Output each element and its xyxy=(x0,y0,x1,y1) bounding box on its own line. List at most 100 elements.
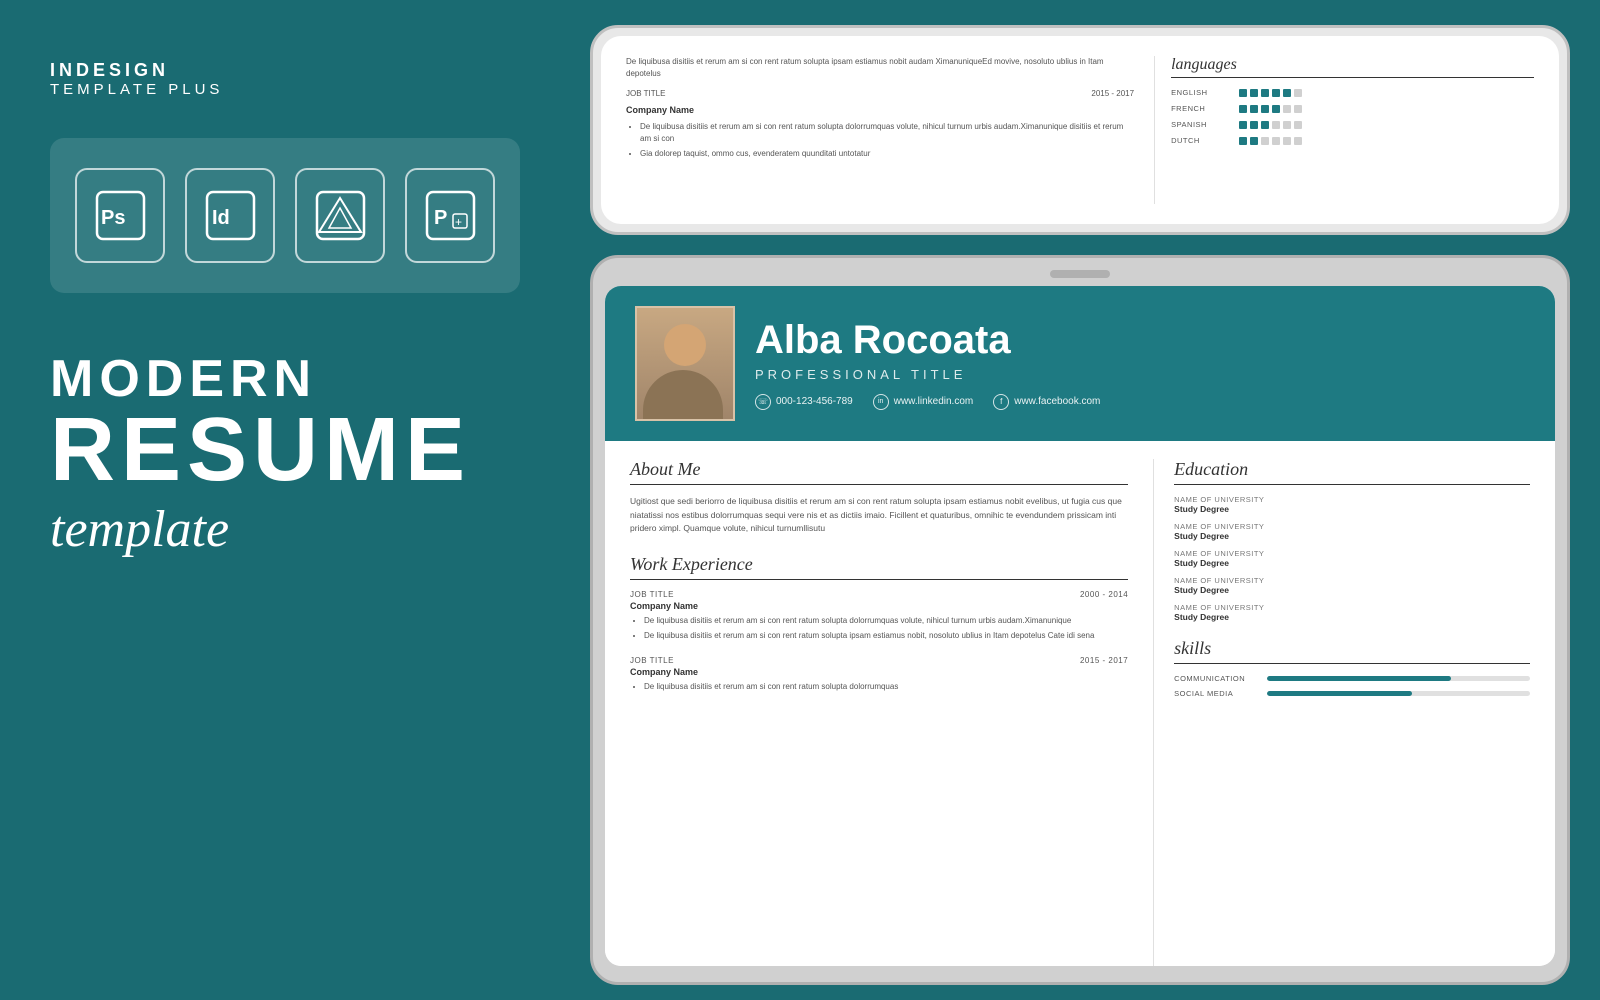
lang-french: FRENCH xyxy=(1171,104,1534,113)
edu-5-degree: Study Degree xyxy=(1174,612,1530,622)
languages-heading: languages xyxy=(1171,56,1534,78)
tablet-outer: Alba Rocoata PROFESSIONAL TITLE ☏ 000-12… xyxy=(590,255,1570,985)
edu-4-uni: NAME OF UNIVERSITY xyxy=(1174,576,1530,585)
lang-dutch-dots xyxy=(1239,137,1302,145)
lang-french-label: FRENCH xyxy=(1171,104,1231,113)
about-me-text: Ugitiost que sedi beriorro de liquibusa … xyxy=(630,495,1128,536)
edu-2-degree: Study Degree xyxy=(1174,531,1530,541)
job-2-bullet-1: De liquibusa disitiis et rerum am si con… xyxy=(644,681,1128,693)
skill-communication-label: COMMUNICATION xyxy=(1174,674,1259,683)
contact-phone: ☏ 000-123-456-789 xyxy=(755,394,853,410)
skill-social-media-label: SOCIAL MEDIA xyxy=(1174,689,1259,698)
edu-5-uni: NAME OF UNIVERSITY xyxy=(1174,603,1530,612)
top-job-section: De liquibusa disitiis et rerum am si con… xyxy=(626,56,1134,204)
lang-french-dots xyxy=(1239,105,1302,113)
edu-4-degree: Study Degree xyxy=(1174,585,1530,595)
job-2-company: Company Name xyxy=(630,667,1128,677)
skills-section: skills COMMUNICATION SOCIAL MEDIA xyxy=(1174,638,1530,698)
edu-entry-2: NAME OF UNIVERSITY Study Degree xyxy=(1174,522,1530,541)
job-entry-2: JOB TITLE 2015 - 2017 Company Name De li… xyxy=(630,656,1128,693)
brand-indesign: INDESIGN xyxy=(50,60,520,81)
edu-1-uni: NAME OF UNIVERSITY xyxy=(1174,495,1530,504)
main-headline: MODERN RESUME template xyxy=(50,353,520,559)
brand-template: TEMPLATE PLUS xyxy=(50,81,520,98)
lang-english-dots xyxy=(1239,89,1302,97)
tablet-notch xyxy=(1050,270,1110,278)
contact-linkedin: in www.linkedin.com xyxy=(873,394,973,410)
resume-body: About Me Ugitiost que sedi beriorro de l… xyxy=(605,441,1555,966)
top-languages-section: languages ENGLISH FRENCH xyxy=(1154,56,1534,204)
svg-text:P: P xyxy=(434,207,447,229)
about-me-heading: About Me xyxy=(630,459,1128,485)
skill-social-media: SOCIAL MEDIA xyxy=(1174,689,1530,698)
job-1-bullet-1: De liquibusa disitiis et rerum am si con… xyxy=(644,615,1128,627)
job-1-title: JOB TITLE xyxy=(630,590,674,599)
job-2-years: 2015 - 2017 xyxy=(1080,656,1128,665)
skills-heading: skills xyxy=(1174,638,1530,664)
resume-name-block: Alba Rocoata PROFESSIONAL TITLE ☏ 000-12… xyxy=(755,318,1525,410)
top-job-years: 2015 - 2017 xyxy=(1091,88,1134,101)
edu-entry-5: NAME OF UNIVERSITY Study Degree xyxy=(1174,603,1530,622)
svg-text:+: + xyxy=(455,215,462,229)
lang-dutch-label: DUTCH xyxy=(1171,136,1231,145)
resume-right-col: Education NAME OF UNIVERSITY Study Degre… xyxy=(1153,459,1530,966)
top-bullet-2: Gia dolorep taquist, ommo cus, evenderat… xyxy=(640,148,1134,160)
top-resume-content: De liquibusa disitiis et rerum am si con… xyxy=(626,56,1534,204)
tablet-screen: Alba Rocoata PROFESSIONAL TITLE ☏ 000-12… xyxy=(605,286,1555,966)
work-experience-heading: Work Experience xyxy=(630,554,1128,580)
education-heading: Education xyxy=(1174,459,1530,485)
modern-text: MODERN xyxy=(50,353,520,405)
job-1-bullets: De liquibusa disitiis et rerum am si con… xyxy=(630,615,1128,642)
edu-2-uni: NAME OF UNIVERSITY xyxy=(1174,522,1530,531)
job-1-header: JOB TITLE 2000 - 2014 xyxy=(630,590,1128,599)
left-panel: INDESIGN TEMPLATE PLUS Ps Id xyxy=(0,0,570,1000)
top-job-title: JOB TITLE xyxy=(626,88,665,101)
powerpoint-icon: P + xyxy=(405,168,495,263)
svg-text:Id: Id xyxy=(212,207,230,229)
right-panel: De liquibusa disitiis et rerum am si con… xyxy=(570,0,1600,1000)
resume-name: Alba Rocoata xyxy=(755,318,1525,362)
svg-text:Ps: Ps xyxy=(101,207,125,229)
top-cutoff-text: De liquibusa disitiis et rerum am si con… xyxy=(626,56,1134,80)
contact-facebook: f www.facebook.com xyxy=(993,394,1100,410)
edu-entry-3: NAME OF UNIVERSITY Study Degree xyxy=(1174,549,1530,568)
work-experience-section: Work Experience JOB TITLE 2000 - 2014 Co… xyxy=(630,554,1128,693)
linkedin-icon: in xyxy=(873,394,889,410)
indesign-icon: Id xyxy=(185,168,275,263)
top-tablet-mockup: De liquibusa disitiis et rerum am si con… xyxy=(590,25,1570,235)
top-bullet-1: De liquibusa disitiis et rerum am si con… xyxy=(640,121,1134,145)
facebook-url: www.facebook.com xyxy=(1014,396,1100,407)
skill-social-media-bar-fill xyxy=(1267,691,1412,696)
phone-icon: ☏ xyxy=(755,394,771,410)
photoshop-icon: Ps xyxy=(75,168,165,263)
lang-spanish: SPANISH xyxy=(1171,120,1534,129)
edu-entry-1: NAME OF UNIVERSITY Study Degree xyxy=(1174,495,1530,514)
resume-text: RESUME xyxy=(50,405,520,495)
linkedin-url: www.linkedin.com xyxy=(894,396,973,407)
education-section: Education NAME OF UNIVERSITY Study Degre… xyxy=(1174,459,1530,622)
resume-header: Alba Rocoata PROFESSIONAL TITLE ☏ 000-12… xyxy=(605,286,1555,441)
skill-communication-bar-fill xyxy=(1267,676,1451,681)
job-1-company: Company Name xyxy=(630,601,1128,611)
phone-number: 000-123-456-789 xyxy=(776,396,853,407)
top-job-company: Company Name xyxy=(626,103,1134,117)
about-me-section: About Me Ugitiost que sedi beriorro de l… xyxy=(630,459,1128,536)
resume-professional-title: PROFESSIONAL TITLE xyxy=(755,367,1525,382)
resume-photo xyxy=(635,306,735,421)
job-2-bullets: De liquibusa disitiis et rerum am si con… xyxy=(630,681,1128,693)
skill-communication: COMMUNICATION xyxy=(1174,674,1530,683)
job-2-title: JOB TITLE xyxy=(630,656,674,665)
top-job-header: JOB TITLE 2015 - 2017 xyxy=(626,88,1134,101)
skill-communication-bar-bg xyxy=(1267,676,1530,681)
resume-left-col: About Me Ugitiost que sedi beriorro de l… xyxy=(630,459,1153,966)
edu-3-degree: Study Degree xyxy=(1174,558,1530,568)
main-tablet: Alba Rocoata PROFESSIONAL TITLE ☏ 000-12… xyxy=(590,255,1570,985)
job-1-bullet-2: De liquibusa disitiis et rerum am si con… xyxy=(644,630,1128,642)
lang-spanish-dots xyxy=(1239,121,1302,129)
resume-contacts: ☏ 000-123-456-789 in www.linkedin.com f … xyxy=(755,394,1525,410)
brand-title: INDESIGN TEMPLATE PLUS xyxy=(50,60,520,98)
job-1-years: 2000 - 2014 xyxy=(1080,590,1128,599)
affinity-icon xyxy=(295,168,385,263)
job-entry-1: JOB TITLE 2000 - 2014 Company Name De li… xyxy=(630,590,1128,642)
job-2-header: JOB TITLE 2015 - 2017 xyxy=(630,656,1128,665)
